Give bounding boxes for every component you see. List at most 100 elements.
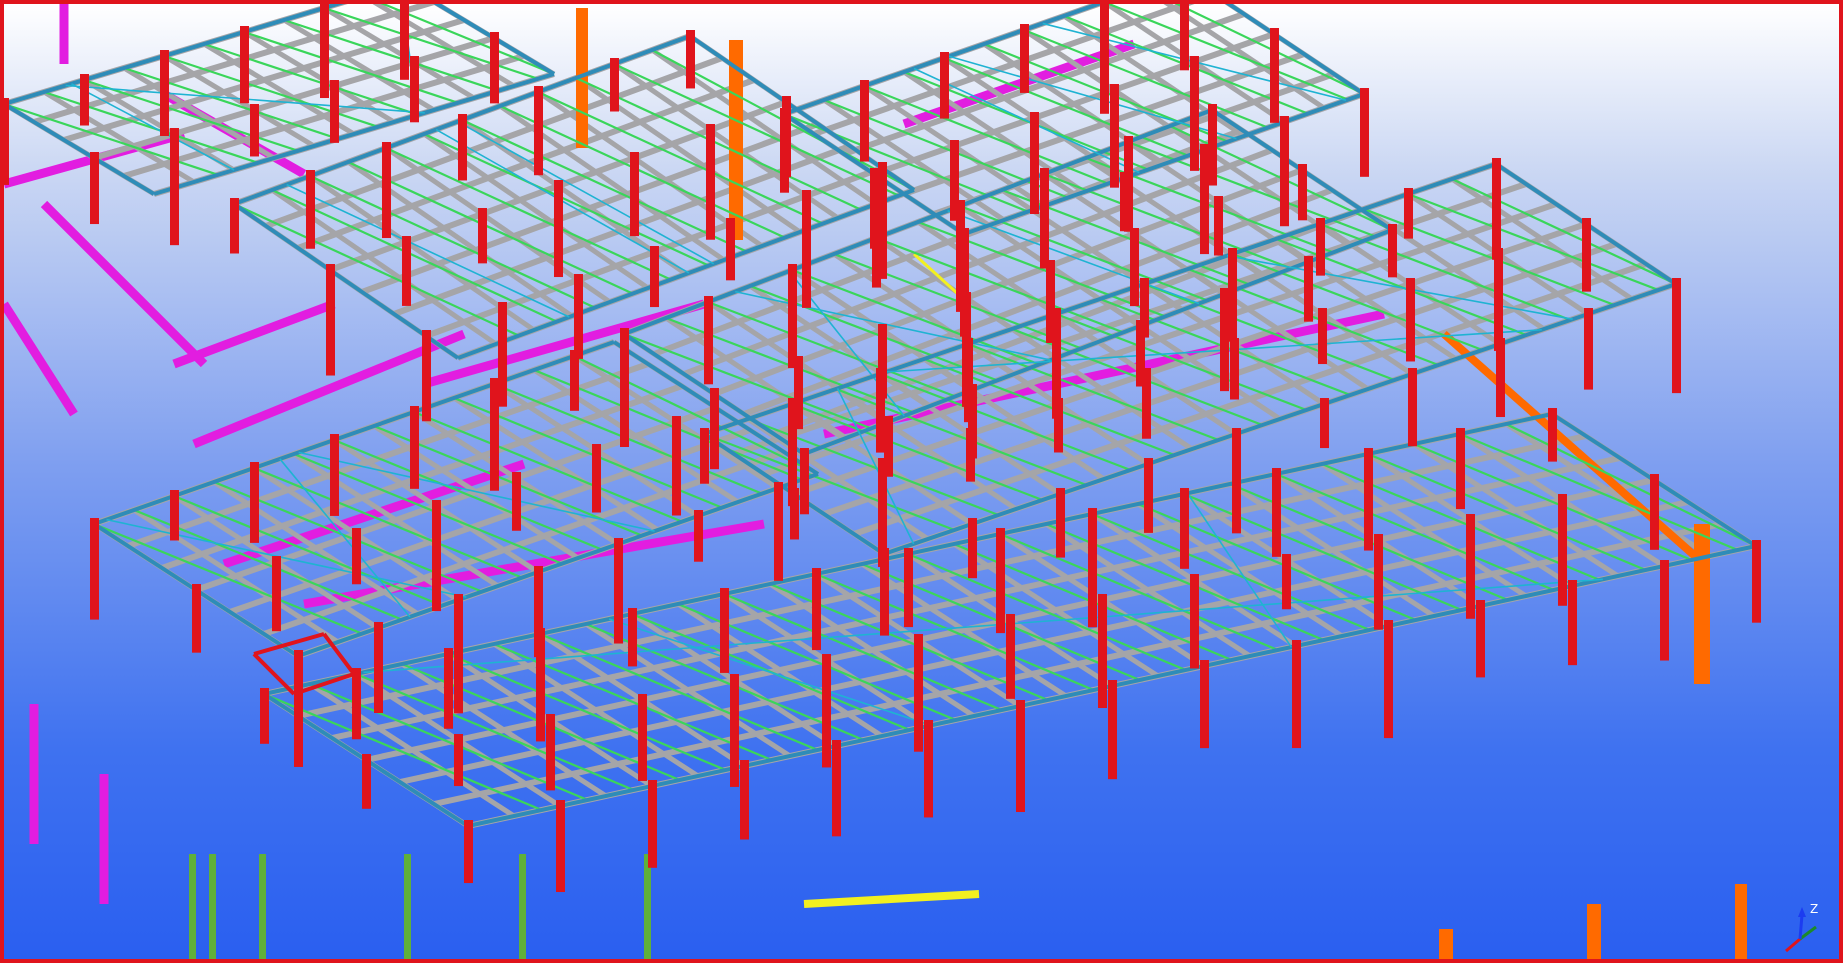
z-axis-arrow-icon bbox=[1798, 907, 1806, 917]
column bbox=[90, 152, 99, 225]
column bbox=[832, 740, 841, 837]
column bbox=[720, 588, 729, 673]
column bbox=[546, 714, 555, 791]
column bbox=[1466, 514, 1475, 619]
column bbox=[1270, 28, 1279, 123]
column bbox=[1660, 560, 1669, 661]
bracing bbox=[363, 578, 1603, 674]
column bbox=[306, 170, 315, 249]
column bbox=[592, 444, 601, 513]
column bbox=[1492, 158, 1501, 260]
column bbox=[1006, 614, 1015, 699]
post bbox=[209, 854, 216, 959]
column bbox=[1406, 278, 1415, 362]
special-column bbox=[1587, 904, 1601, 959]
column bbox=[1108, 680, 1117, 780]
column bbox=[1016, 700, 1025, 813]
column bbox=[638, 694, 647, 781]
purlin bbox=[573, 355, 819, 475]
column bbox=[1208, 104, 1217, 186]
column bbox=[802, 190, 811, 308]
column bbox=[1318, 308, 1327, 365]
column bbox=[628, 608, 637, 667]
column bbox=[1456, 428, 1465, 510]
column bbox=[80, 74, 89, 126]
column bbox=[454, 734, 463, 787]
column bbox=[512, 472, 521, 531]
column bbox=[704, 296, 713, 385]
column bbox=[1292, 640, 1301, 749]
column bbox=[924, 720, 933, 818]
x-axis-line bbox=[1785, 937, 1801, 953]
3d-model-viewport[interactable]: Z bbox=[0, 0, 1843, 963]
column bbox=[330, 80, 339, 143]
structural-steel-model[interactable] bbox=[4, 4, 1843, 963]
column bbox=[1230, 338, 1239, 400]
column bbox=[860, 80, 869, 162]
column bbox=[1360, 88, 1369, 177]
column bbox=[170, 128, 179, 246]
column bbox=[710, 388, 719, 470]
column bbox=[700, 428, 709, 484]
column bbox=[272, 556, 281, 632]
column bbox=[960, 228, 969, 337]
column bbox=[968, 518, 977, 579]
special-column bbox=[1439, 929, 1453, 959]
column bbox=[1650, 474, 1659, 550]
column bbox=[1364, 448, 1373, 551]
column bbox=[230, 198, 239, 254]
secondary-member bbox=[4, 301, 78, 417]
column bbox=[774, 482, 783, 581]
column bbox=[330, 434, 339, 516]
highlighted-beam bbox=[803, 890, 980, 908]
column bbox=[410, 406, 419, 489]
secondary-member bbox=[40, 200, 208, 368]
secondary-member bbox=[172, 299, 336, 369]
z-axis-line bbox=[1798, 914, 1804, 940]
column bbox=[730, 674, 739, 787]
column bbox=[240, 26, 249, 104]
column bbox=[1220, 288, 1229, 392]
column bbox=[1180, 4, 1189, 71]
column bbox=[726, 218, 735, 281]
column bbox=[694, 510, 703, 562]
column bbox=[1100, 4, 1109, 114]
column bbox=[362, 754, 371, 809]
column bbox=[1752, 540, 1761, 623]
column bbox=[1140, 278, 1149, 338]
axis-orientation-gizmo[interactable]: Z bbox=[1780, 899, 1840, 959]
column bbox=[1054, 398, 1063, 453]
secondary-member bbox=[902, 39, 1136, 129]
column bbox=[570, 350, 579, 411]
column bbox=[192, 584, 201, 653]
column bbox=[1200, 144, 1209, 255]
column bbox=[1120, 172, 1129, 232]
column bbox=[410, 56, 419, 123]
column bbox=[1142, 368, 1151, 439]
column bbox=[904, 548, 913, 628]
z-axis-label: Z bbox=[1810, 902, 1818, 916]
column bbox=[320, 4, 329, 99]
column bbox=[1180, 488, 1189, 569]
column bbox=[1558, 494, 1567, 606]
purlin bbox=[907, 552, 1187, 672]
column bbox=[554, 180, 563, 278]
column bbox=[1030, 112, 1039, 215]
column bbox=[1190, 56, 1199, 171]
column bbox=[950, 140, 959, 221]
special-column bbox=[1735, 884, 1747, 959]
column bbox=[822, 654, 831, 768]
y-axis-line bbox=[1799, 925, 1817, 941]
column bbox=[1320, 398, 1329, 449]
column bbox=[432, 500, 441, 612]
purlin bbox=[539, 632, 819, 752]
column bbox=[1282, 554, 1291, 610]
column bbox=[1298, 164, 1307, 221]
column bbox=[914, 634, 923, 752]
column bbox=[534, 86, 543, 176]
column bbox=[1130, 228, 1139, 307]
column bbox=[1304, 256, 1313, 322]
column bbox=[800, 448, 809, 515]
column bbox=[876, 368, 885, 453]
column bbox=[556, 800, 565, 893]
